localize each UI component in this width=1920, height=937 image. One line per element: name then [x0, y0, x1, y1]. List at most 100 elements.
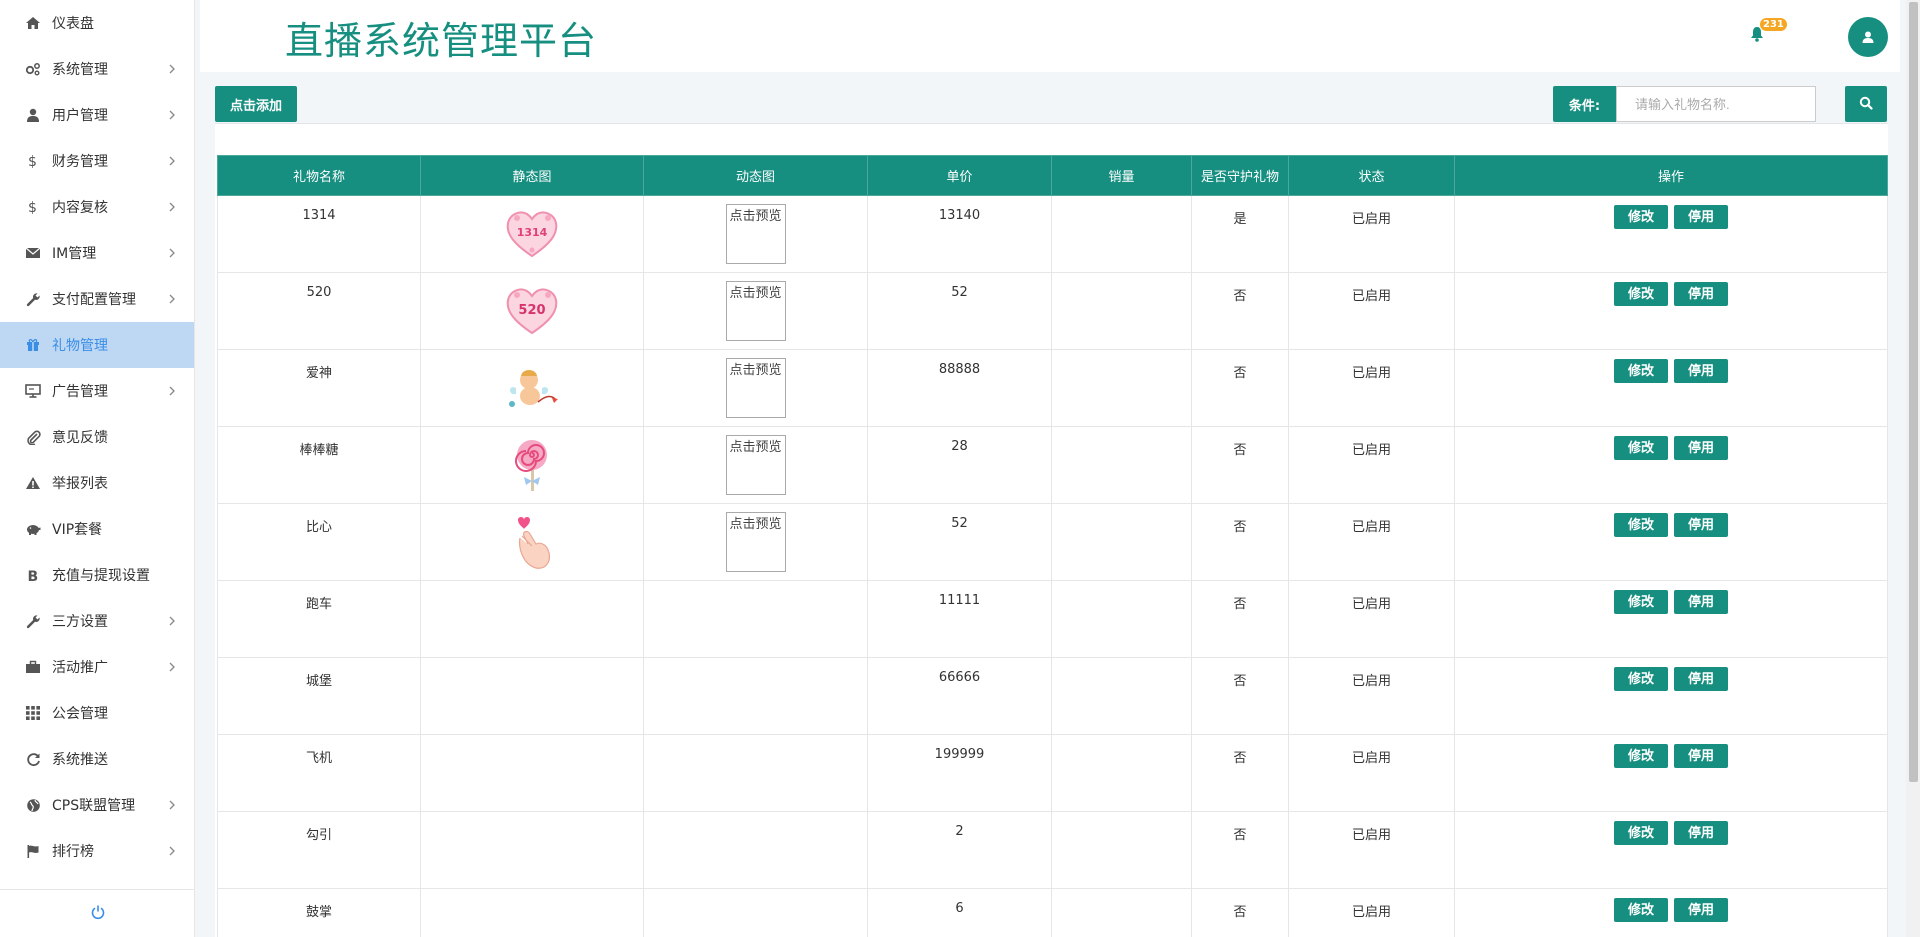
add-gift-button[interactable]: 点击添加: [215, 86, 298, 122]
edit-button[interactable]: 修改: [1613, 205, 1668, 229]
column-header: 状态: [1288, 155, 1455, 196]
sidebar-item[interactable]: 排行榜: [0, 828, 194, 874]
disable-button[interactable]: 停用: [1674, 744, 1729, 768]
gift-price: 13140: [867, 195, 1052, 273]
table-row: 棒棒糖 点击预览 28 否已启用 修改 停用: [217, 426, 1888, 504]
sidebar-item[interactable]: 三方设置: [0, 598, 194, 644]
table-header: 礼物名称 静态图 动态图 单价 销量 是否守护礼物 状态 操作: [217, 155, 1888, 196]
sidebar-item[interactable]: $ 内容复核: [0, 184, 194, 230]
sidebar-item-label: 举报列表: [52, 476, 108, 492]
chevron-right-icon: [169, 616, 175, 626]
power-icon[interactable]: [90, 904, 106, 924]
operations-cell: 修改 停用: [1454, 734, 1888, 812]
operations-cell: 修改 停用: [1454, 888, 1888, 937]
gift-dynamic-image-preview[interactable]: 点击预览: [725, 281, 786, 341]
operations-cell: 修改 停用: [1454, 503, 1888, 581]
sidebar-item-label: 仪表盘: [52, 16, 94, 32]
grid-icon: [23, 705, 43, 721]
sidebar-item[interactable]: 系统管理: [0, 46, 194, 92]
disable-button[interactable]: 停用: [1674, 898, 1729, 922]
disable-button[interactable]: 停用: [1674, 282, 1729, 306]
warning-icon: [23, 475, 43, 491]
disable-button[interactable]: 停用: [1674, 590, 1729, 614]
sidebar-item[interactable]: 活动推广: [0, 644, 194, 690]
flag-icon: [23, 843, 43, 859]
sidebar-item[interactable]: 支付配置管理: [0, 276, 194, 322]
sidebar-item[interactable]: B 充值与提现设置: [0, 552, 194, 598]
gift-price: 199999: [867, 734, 1052, 812]
content-panel: 礼物名称 静态图 动态图 单价 销量 是否守护礼物 状态 操作 1314 1314 点击预览 131…: [215, 123, 1888, 937]
gift-dynamic-image-preview[interactable]: 点击预览: [725, 512, 786, 572]
gift-sales: [1051, 272, 1192, 350]
sidebar-item[interactable]: 广告管理: [0, 368, 194, 414]
avatar[interactable]: [1848, 17, 1888, 57]
gift-status: 已启用: [1288, 811, 1455, 889]
operations-cell: 修改 停用: [1454, 426, 1888, 504]
scrollbar[interactable]: [1906, 0, 1920, 937]
gift-dynamic-image-preview[interactable]: 点击预览: [725, 204, 786, 264]
gift-guard: 否: [1191, 580, 1289, 658]
gears-icon: [23, 61, 43, 77]
gift-status: 已启用: [1288, 503, 1455, 581]
column-header: 礼物名称: [217, 155, 421, 196]
column-header: 单价: [867, 155, 1052, 196]
sidebar-item[interactable]: IM管理: [0, 230, 194, 276]
sidebar-item[interactable]: 意见反馈: [0, 414, 194, 460]
sidebar-item[interactable]: 仪表盘: [0, 0, 194, 46]
paperclip-icon: [23, 429, 43, 445]
disable-button[interactable]: 停用: [1674, 205, 1729, 229]
gift-status: 已启用: [1288, 195, 1455, 273]
edit-button[interactable]: 修改: [1613, 667, 1668, 691]
gift-static-image: 520: [502, 288, 562, 345]
edit-button[interactable]: 修改: [1613, 282, 1668, 306]
edit-button[interactable]: 修改: [1613, 513, 1668, 537]
gift-name: 520: [217, 272, 421, 350]
column-header: 操作: [1454, 155, 1888, 196]
gift-sales: [1051, 426, 1192, 504]
search-button[interactable]: [1845, 86, 1887, 122]
header: 直播系统管理平台 231: [200, 0, 1900, 72]
gift-price: 2: [867, 811, 1052, 889]
dynamic-image-cell: [643, 580, 868, 658]
sidebar-item-label: IM管理: [52, 246, 97, 262]
table-row: 勾引 2 否已启用 修改 停用: [217, 811, 1888, 889]
gift-sales: [1051, 503, 1192, 581]
sidebar-item[interactable]: $ 财务管理: [0, 138, 194, 184]
sidebar-item[interactable]: VIP套餐: [0, 506, 194, 552]
dynamic-image-cell: [643, 888, 868, 937]
edit-button[interactable]: 修改: [1613, 898, 1668, 922]
edit-button[interactable]: 修改: [1613, 359, 1668, 383]
sidebar: 仪表盘系统管理 用户管理 $ 财务管理 $ 内容复核 IM管理支付配置管理 礼物管理 广告管理意…: [0, 0, 195, 937]
disable-button[interactable]: 停用: [1674, 359, 1729, 383]
search-input[interactable]: [1616, 86, 1816, 122]
edit-button[interactable]: 修改: [1613, 590, 1668, 614]
sidebar-item[interactable]: 公会管理: [0, 690, 194, 736]
briefcase-icon: [23, 659, 43, 675]
edit-button[interactable]: 修改: [1613, 436, 1668, 460]
sidebar-item[interactable]: 礼物管理: [0, 322, 194, 368]
chevron-right-icon: [169, 662, 175, 672]
chevron-right-icon: [169, 846, 175, 856]
disable-button[interactable]: 停用: [1674, 667, 1729, 691]
gift-price: 11111: [867, 580, 1052, 658]
static-image-cell: [420, 426, 644, 504]
gift-status: 已启用: [1288, 580, 1455, 658]
operations-cell: 修改 停用: [1454, 195, 1888, 273]
sidebar-item[interactable]: CPS联盟管理: [0, 782, 194, 828]
gift-guard: 否: [1191, 426, 1289, 504]
edit-button[interactable]: 修改: [1613, 821, 1668, 845]
gift-static-image: 1314: [502, 211, 562, 268]
edit-button[interactable]: 修改: [1613, 744, 1668, 768]
gift-dynamic-image-preview[interactable]: 点击预览: [725, 435, 786, 495]
sidebar-item[interactable]: 用户管理: [0, 92, 194, 138]
svg-text:1314: 1314: [517, 226, 548, 239]
disable-button[interactable]: 停用: [1674, 436, 1729, 460]
dynamic-image-cell: [643, 657, 868, 735]
table-body: 1314 1314 点击预览 13140 是已启用 修改 停用 520 520 点击预览 52 否已启…: [217, 195, 1888, 937]
gift-dynamic-image-preview[interactable]: 点击预览: [725, 358, 786, 418]
sidebar-item[interactable]: 举报列表: [0, 460, 194, 506]
disable-button[interactable]: 停用: [1674, 821, 1729, 845]
scrollbar-thumb[interactable]: [1909, 2, 1918, 782]
sidebar-item[interactable]: 系统推送: [0, 736, 194, 782]
disable-button[interactable]: 停用: [1674, 513, 1729, 537]
